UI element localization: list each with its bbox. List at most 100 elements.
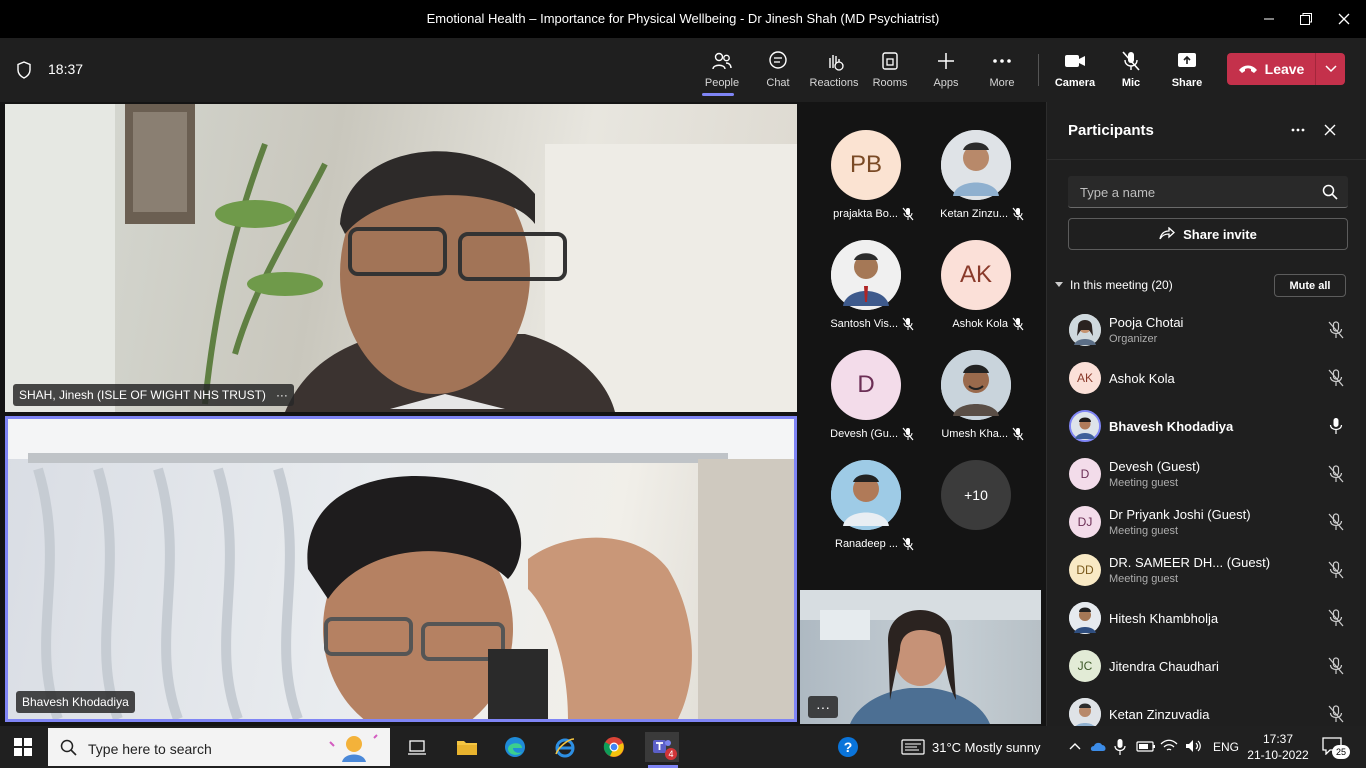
more-button[interactable]: More (974, 48, 1030, 94)
search-highlight-icon (329, 734, 378, 762)
mic-button[interactable]: Mic (1103, 48, 1159, 94)
leave-options-button[interactable] (1316, 53, 1345, 85)
more-label: More (989, 77, 1015, 89)
chrome-button[interactable] (597, 732, 631, 762)
participant-tile[interactable]: PB prajakta Bo... (816, 130, 916, 234)
leave-button[interactable]: Leave (1227, 53, 1315, 85)
weather-text[interactable]: 31°C Mostly sunny (932, 740, 1041, 755)
participant-row[interactable]: JC Jitendra Chaudhari (1067, 644, 1357, 688)
people-label: People (704, 77, 740, 89)
battery-icon[interactable] (1136, 739, 1156, 753)
apps-button[interactable]: Apps (918, 48, 974, 94)
mic-off-icon (1122, 51, 1140, 71)
participant-row[interactable]: Hitesh Khambholja (1067, 596, 1357, 640)
participant-row[interactable]: D Devesh (Guest) Meeting guest (1067, 452, 1357, 496)
mic-muted-icon[interactable] (1328, 561, 1344, 579)
participant-tile[interactable]: AK Ashok Kola (926, 240, 1026, 344)
taskbar-search-input[interactable]: Type here to search (48, 728, 390, 766)
tile-name: Devesh (Gu... (830, 428, 898, 440)
edge-button[interactable] (498, 732, 532, 762)
person-photo-icon (941, 130, 1011, 200)
mic-on-icon[interactable] (1328, 417, 1344, 435)
mic-muted-icon[interactable] (1328, 609, 1344, 627)
participant-row[interactable]: DD DR. SAMEER DH... (Guest) Meeting gues… (1067, 548, 1357, 592)
participant-name: Jitendra Chaudhari (1109, 659, 1219, 674)
avatar: PB (831, 130, 901, 200)
restore-button[interactable] (1295, 8, 1317, 30)
participant-row[interactable]: AK Ashok Kola (1067, 356, 1357, 400)
video-tile-speaker-2[interactable]: Bhavesh Khodadiya (5, 416, 797, 722)
language-indicator[interactable]: ENG (1213, 740, 1239, 754)
volume-icon[interactable] (1185, 739, 1203, 753)
search-icon (60, 739, 77, 756)
participant-tile[interactable]: Ranadeep ... (816, 460, 916, 564)
participant-search-input[interactable]: Type a name (1068, 176, 1348, 208)
person-photo-icon (941, 350, 1011, 420)
mic-muted-icon[interactable] (1328, 705, 1344, 723)
chat-button[interactable]: Chat (750, 48, 806, 94)
mic-muted-icon[interactable] (1328, 465, 1344, 483)
self-video-more-button[interactable]: ··· (808, 696, 838, 718)
title-bar: Emotional Health – Importance for Physic… (0, 0, 1366, 38)
self-video-tile[interactable]: ··· (800, 590, 1041, 724)
share-button[interactable]: Share (1159, 48, 1215, 94)
panel-more-icon[interactable] (1290, 122, 1306, 138)
overflow-tile[interactable]: +10 (926, 460, 1026, 564)
participant-row-speaking[interactable]: Bhavesh Khodadiya (1067, 404, 1357, 448)
speaker-1-name: SHAH, Jinesh (ISLE OF WIGHT NHS TRUST) (19, 388, 266, 402)
section-label: In this meeting (20) (1070, 278, 1173, 292)
mute-all-button[interactable]: Mute all (1274, 274, 1346, 297)
participant-tile[interactable]: Ketan Zinzu... (926, 130, 1026, 234)
file-explorer-button[interactable] (450, 732, 484, 762)
notification-center-button[interactable]: 25 (1322, 737, 1350, 760)
restore-icon (1300, 13, 1312, 25)
speaker-1-more-icon[interactable]: ··· (276, 388, 288, 402)
reactions-button[interactable]: Reactions (806, 48, 862, 94)
clock[interactable]: 17:37 21-10-2022 (1245, 731, 1311, 763)
task-view-button[interactable] (400, 732, 434, 762)
close-window-button[interactable] (1333, 8, 1355, 30)
chevron-up-icon[interactable] (1069, 742, 1081, 750)
rooms-button[interactable]: Rooms (862, 48, 918, 94)
participant-tile[interactable]: Santosh Vis... (816, 240, 916, 344)
onedrive-icon[interactable] (1090, 739, 1108, 753)
close-panel-icon[interactable] (1323, 123, 1337, 137)
video-tile-speaker-1[interactable]: SHAH, Jinesh (ISLE OF WIGHT NHS TRUST) ·… (5, 104, 797, 412)
tile-name: Umesh Kha... (941, 428, 1008, 440)
minimize-button[interactable] (1258, 8, 1280, 30)
teams-button[interactable]: 4 (645, 732, 679, 762)
mic-muted-icon (902, 537, 914, 551)
participant-row[interactable]: DJ Dr Priyank Joshi (Guest) Meeting gues… (1067, 500, 1357, 544)
avatar-photo (941, 350, 1011, 420)
in-meeting-section-header[interactable]: In this meeting (20) (1055, 278, 1173, 292)
participant-name: Ashok Kola (1109, 371, 1175, 386)
people-button[interactable]: People (694, 48, 750, 96)
participant-tile[interactable]: Umesh Kha... (926, 350, 1026, 454)
hang-up-icon (1238, 65, 1257, 73)
help-button[interactable]: ? (831, 732, 865, 762)
tile-name: Ketan Zinzu... (940, 208, 1008, 220)
camera-icon (1065, 55, 1085, 67)
participant-row[interactable]: Pooja Chotai Organizer (1067, 308, 1357, 352)
mic-muted-icon[interactable] (1328, 321, 1344, 339)
mic-muted-icon[interactable] (1328, 513, 1344, 531)
window-title: Emotional Health – Importance for Physic… (426, 11, 940, 26)
start-button[interactable] (6, 732, 40, 762)
internet-explorer-button[interactable] (548, 732, 582, 762)
camera-button[interactable]: Camera (1047, 48, 1103, 94)
microphone-icon[interactable] (1114, 738, 1126, 756)
wifi-icon[interactable] (1160, 739, 1178, 753)
participant-row[interactable]: Ketan Zinzuvadia (1067, 692, 1357, 726)
participant-name: Ketan Zinzuvadia (1109, 707, 1210, 722)
share-invite-button[interactable]: Share invite (1068, 218, 1348, 250)
rooms-label: Rooms (872, 77, 908, 89)
taskbar-search-placeholder: Type here to search (88, 741, 212, 757)
mic-muted-icon[interactable] (1328, 657, 1344, 675)
video-stage: SHAH, Jinesh (ISLE OF WIGHT NHS TRUST) ·… (0, 102, 1046, 726)
participant-tile[interactable]: D Devesh (Gu... (816, 350, 916, 454)
mic-muted-icon[interactable] (1328, 369, 1344, 387)
task-view-icon (408, 740, 426, 755)
mic-muted-icon (902, 427, 914, 441)
apps-label: Apps (933, 77, 959, 89)
panel-title: Participants (1068, 122, 1154, 139)
